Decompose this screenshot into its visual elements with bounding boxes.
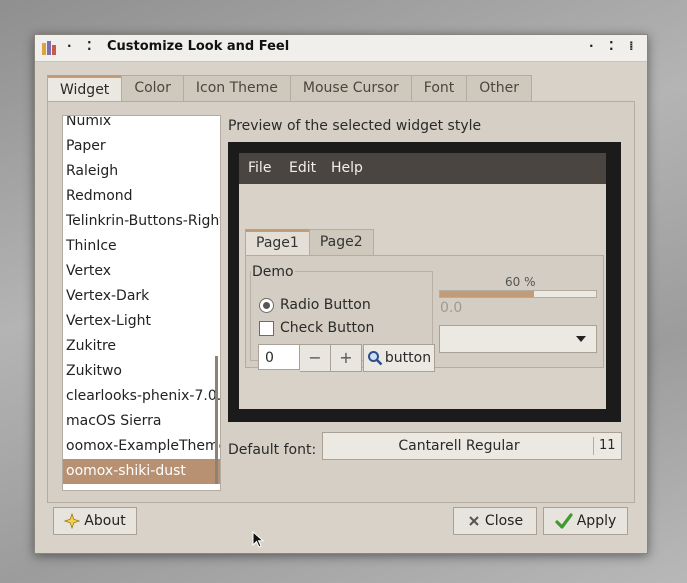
scale-value: 0.0 xyxy=(440,300,463,316)
list-item[interactable]: Vertex xyxy=(63,259,220,284)
tab-page1[interactable]: Page1 xyxy=(245,229,310,255)
check-button[interactable]: Check Button xyxy=(259,320,374,336)
theme-list[interactable]: Numix Paper Raleigh Redmond Telinkrin-Bu… xyxy=(62,115,221,491)
tab-icon-theme[interactable]: Icon Theme xyxy=(182,75,291,101)
menu-file[interactable]: File xyxy=(248,160,271,176)
checkmark-icon xyxy=(555,513,573,529)
window-title: Customize Look and Feel xyxy=(107,39,290,54)
titlebar: · ⁚ Customize Look and Feel · ⁚ ⁞ xyxy=(35,35,647,62)
search-icon xyxy=(367,351,383,366)
tab-color[interactable]: Color xyxy=(121,75,184,101)
font-name: Cantarell Regular xyxy=(398,438,520,454)
list-item[interactable]: Paper xyxy=(63,134,220,159)
close-label: Close xyxy=(484,513,524,529)
list-item[interactable]: Vertex-Light xyxy=(63,309,220,334)
app-icon[interactable] xyxy=(41,40,57,56)
radio-label: Radio Button xyxy=(280,297,371,313)
radio-indicator[interactable] xyxy=(259,297,274,313)
list-item[interactable]: Zukitwo xyxy=(63,359,220,384)
minus-button[interactable]: − xyxy=(300,344,331,372)
chevron-down-icon xyxy=(576,336,586,342)
apply-label: Apply xyxy=(576,513,617,529)
list-scrollbar[interactable] xyxy=(215,356,218,484)
list-item-selected[interactable]: oomox-shiki-dust xyxy=(63,459,220,484)
maximize-icon[interactable]: ⁚ xyxy=(609,39,615,53)
progress-text: 60 % xyxy=(505,275,536,289)
close-window-icon[interactable]: ⁞ xyxy=(629,39,635,53)
preview-window: File Edit Help Page1 Page2 Radio Button xyxy=(239,153,606,409)
star-icon xyxy=(64,513,81,529)
minimize-icon[interactable]: · xyxy=(589,39,595,53)
demo-frame-label: Demo xyxy=(251,264,295,280)
preview-panel: Radio Button Check Button 0 − + button D… xyxy=(245,255,604,372)
tab-widget[interactable]: Widget xyxy=(47,75,123,102)
preview-label: Preview of the selected widget style xyxy=(228,118,482,134)
close-icon xyxy=(469,516,479,526)
apply-button[interactable]: Apply xyxy=(543,507,628,535)
demo-frame: Radio Button Check Button 0 − + button xyxy=(250,271,435,372)
mouse-pointer-icon xyxy=(252,531,265,548)
about-label: About xyxy=(84,513,126,529)
about-button[interactable]: About xyxy=(53,507,137,535)
list-item[interactable]: macOS Sierra xyxy=(63,409,220,434)
plus-button[interactable]: + xyxy=(331,344,362,372)
list-item[interactable]: Telinkrin-Buttons-Right xyxy=(63,209,220,234)
list-item[interactable]: clearlooks-phenix-7.0.1 xyxy=(63,384,220,409)
list-item[interactable]: Numix xyxy=(63,116,220,134)
checkbox-indicator[interactable] xyxy=(259,320,274,336)
shade-icon[interactable]: ⁚ xyxy=(87,39,93,53)
list-item[interactable]: ThinIce xyxy=(63,234,220,259)
check-label: Check Button xyxy=(280,320,375,336)
radio-button[interactable]: Radio Button xyxy=(259,297,371,313)
spin-entry[interactable]: 0 xyxy=(258,344,300,370)
list-item[interactable]: oomox-ExampleTheme xyxy=(63,434,220,459)
widget-page: Numix Paper Raleigh Redmond Telinkrin-Bu… xyxy=(47,101,635,503)
main-window: · ⁚ Customize Look and Feel · ⁚ ⁞ Widget… xyxy=(34,34,648,554)
tab-page2[interactable]: Page2 xyxy=(308,229,374,255)
list-item[interactable]: Raleigh xyxy=(63,159,220,184)
menu-help[interactable]: Help xyxy=(331,160,363,176)
tab-other[interactable]: Other xyxy=(466,75,533,101)
combo-box[interactable] xyxy=(439,325,597,353)
font-separator xyxy=(593,437,594,455)
tab-mouse-cursor[interactable]: Mouse Cursor xyxy=(289,75,412,101)
tab-font[interactable]: Font xyxy=(410,75,468,101)
pin-icon[interactable]: · xyxy=(67,39,73,53)
tab-bar: Widget Color Icon Theme Mouse Cursor Fon… xyxy=(47,75,533,102)
font-chooser-button[interactable]: Cantarell Regular 11 xyxy=(322,432,622,460)
preview-frame: File Edit Help Page1 Page2 Radio Button xyxy=(228,142,621,422)
preview-tab-bar: Page1 Page2 xyxy=(245,229,374,255)
preview-menubar: File Edit Help xyxy=(239,153,606,184)
demo-button[interactable]: button xyxy=(363,344,435,372)
spin-button: 0 − + xyxy=(258,344,362,372)
menu-edit[interactable]: Edit xyxy=(289,160,316,176)
demo-button-label: button xyxy=(384,350,432,366)
progress-bar xyxy=(439,290,597,298)
list-item[interactable]: Redmond xyxy=(63,184,220,209)
font-size: 11 xyxy=(599,438,616,453)
close-button[interactable]: Close xyxy=(453,507,537,535)
main-notebook: Widget Color Icon Theme Mouse Cursor Fon… xyxy=(47,75,635,503)
list-item[interactable]: Vertex-Dark xyxy=(63,284,220,309)
default-font-label: Default font: xyxy=(228,442,317,458)
list-item[interactable]: Zukitre xyxy=(63,334,220,359)
progress-fill xyxy=(440,291,534,297)
